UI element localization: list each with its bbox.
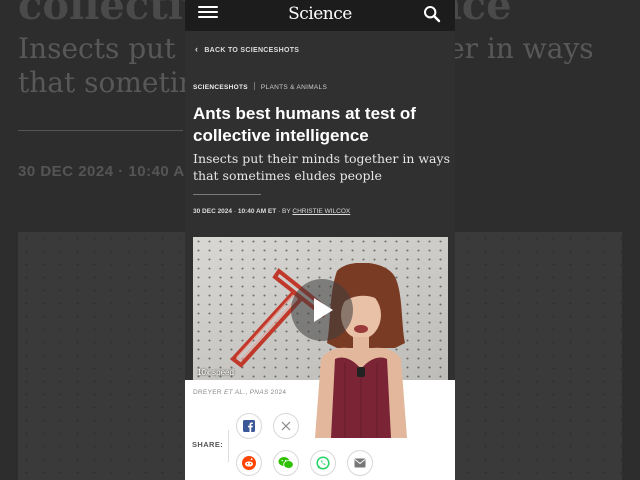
facebook-icon — [243, 420, 255, 432]
back-to-sciencshots-link[interactable]: ‹ BACK TO SCIENCESHOTS — [195, 44, 299, 54]
search-icon[interactable] — [423, 5, 441, 23]
x-icon — [281, 421, 291, 431]
author-link[interactable]: CHRISTIE WILCOX — [292, 208, 350, 215]
byline-prefix: BY — [282, 208, 291, 215]
article-time: 10:40 AM ET — [237, 208, 277, 215]
top-navigation-bar: Science — [185, 0, 455, 31]
article-dek: Insects put their minds together in ways… — [193, 151, 450, 183]
whatsapp-share-button[interactable] — [310, 450, 336, 476]
kicker-divider — [253, 82, 255, 90]
background-divider — [18, 130, 183, 131]
article-meta: 30 DEC 2024 · 10:40 AM ET · BY CHRISTIE … — [193, 208, 351, 215]
x-share-button[interactable] — [273, 413, 299, 439]
chevron-left-icon: ‹ — [195, 44, 199, 54]
video-credit: DREYER ET AL., PNAS 2024 — [193, 389, 287, 396]
facebook-share-button[interactable] — [236, 413, 262, 439]
wechat-icon — [278, 457, 294, 469]
article-kicker: SCIENCESHOTS PLANTS & ANIMALS — [193, 82, 327, 91]
article-date: 30 DEC 2024 — [193, 208, 233, 215]
share-label: SHARE: — [192, 440, 224, 449]
article-headline: Ants best humans at test of collective i… — [193, 104, 416, 145]
email-share-button[interactable] — [347, 450, 373, 476]
reddit-share-button[interactable] — [236, 450, 262, 476]
back-link-label: BACK TO SCIENCESHOTS — [204, 47, 300, 54]
email-icon — [354, 458, 366, 468]
whatsapp-icon — [316, 456, 330, 470]
reddit-icon — [242, 456, 256, 470]
wechat-share-button[interactable] — [273, 450, 299, 476]
play-icon — [314, 298, 333, 322]
headline-divider — [193, 194, 261, 195]
speed-label: 10x speed — [197, 368, 234, 377]
topic-link[interactable]: PLANTS & ANIMALS — [261, 84, 327, 91]
section-link[interactable]: SCIENCESHOTS — [193, 84, 248, 91]
science-logo[interactable]: Science — [185, 4, 455, 24]
play-button[interactable] — [291, 279, 353, 341]
share-divider — [228, 430, 229, 462]
